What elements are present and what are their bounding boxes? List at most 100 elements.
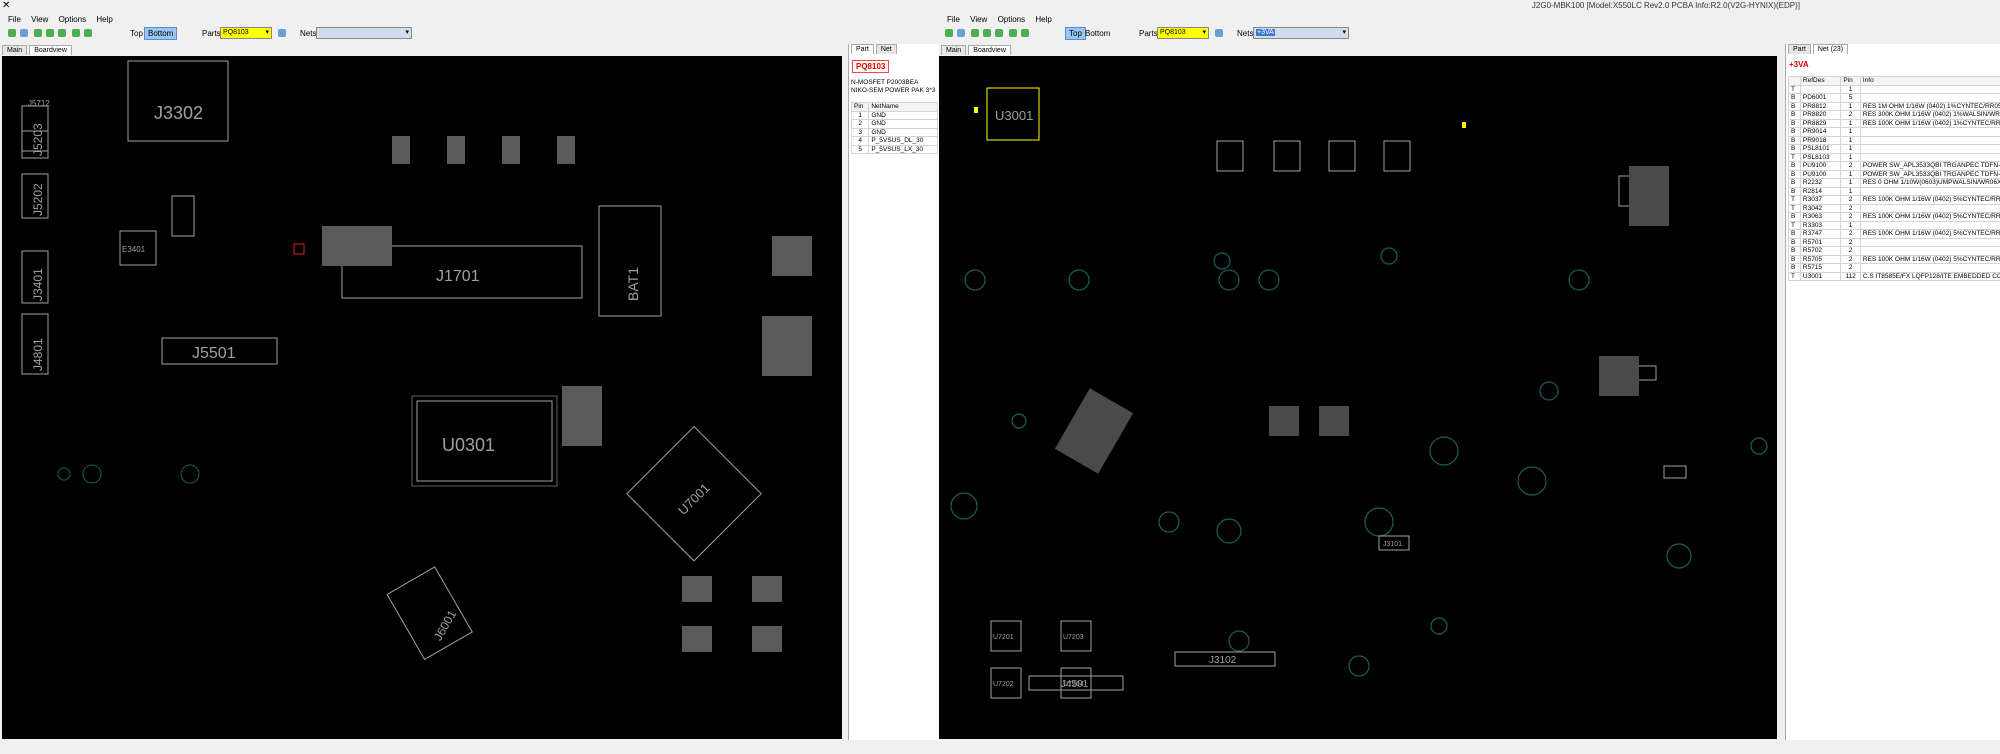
tab-part[interactable]: Part xyxy=(851,44,874,54)
toolbar: Top Bottom Parts: PQ8103 ▾ Nets: ▾ xyxy=(0,25,939,43)
tab-part[interactable]: Part xyxy=(1788,44,1811,54)
net-name: +3VA xyxy=(1789,60,1809,69)
menu-options[interactable]: Options xyxy=(998,15,1026,24)
table-row[interactable]: T R3303 1 xyxy=(1788,220,2000,230)
board-label: J3102 xyxy=(1209,655,1237,666)
table-row[interactable]: B PR8820 2 RES 300K OHM 1/16W (0402) 1%WALS… xyxy=(1788,110,2000,120)
view-tabs: Main Boardview xyxy=(939,45,1011,56)
arrow-right-icon[interactable] xyxy=(1021,29,1029,37)
pin-cell: 2 xyxy=(1840,195,1861,205)
net-panel: Part Net (23) +3VA RefDes Pin Info T 1 B PD6… xyxy=(1785,44,2000,741)
refdes-cell: PR8820 xyxy=(1799,110,1842,120)
table-row[interactable]: B R2232 1 RES 0 OHM 1/10W(0603)UMPWALSIN/WR… xyxy=(1788,178,2000,188)
nets-combo[interactable]: ▾ xyxy=(316,27,412,39)
tab-main[interactable]: Main xyxy=(941,45,967,55)
open-icon[interactable] xyxy=(8,29,16,37)
zoom-out-icon[interactable] xyxy=(983,29,991,37)
menu-file[interactable]: File xyxy=(8,15,21,24)
layer-cell: B xyxy=(1788,127,1801,137)
pin-col-header: Pin xyxy=(1840,76,1861,86)
bottom-button[interactable]: Bottom xyxy=(1085,29,1110,38)
search-icon[interactable] xyxy=(1215,29,1223,37)
bottom-button[interactable]: Bottom xyxy=(144,27,178,40)
table-row[interactable]: 3 GND xyxy=(850,127,938,137)
chevron-down-icon[interactable]: ▾ xyxy=(1202,28,1206,36)
table-row[interactable]: B R5701 2 xyxy=(1788,237,2000,247)
refdes-cell: R2232 xyxy=(1799,178,1842,188)
chevron-down-icon[interactable]: ▾ xyxy=(1342,28,1346,36)
board-label: J6001 xyxy=(431,607,460,643)
parts-combo[interactable]: PQ8103 ▾ xyxy=(220,27,272,39)
zoom-in-icon[interactable] xyxy=(971,29,979,37)
table-row[interactable]: 2 GND xyxy=(850,119,938,129)
menu-view[interactable]: View xyxy=(970,15,987,24)
tab-boardview[interactable]: Boardview xyxy=(968,45,1011,55)
menu-file[interactable]: File xyxy=(947,15,960,24)
table-row[interactable]: B PR8812 1 RES 1M OHM 1/16W (0402) 1%CYNTEC… xyxy=(1788,101,2000,111)
zoom-in-icon[interactable] xyxy=(34,29,42,37)
table-row[interactable]: B PD6001 5 xyxy=(1788,93,2000,103)
table-row[interactable]: B PU9100 1 POWER SW_APL3533QBI TRGANPEC TDF… xyxy=(1788,169,2000,179)
arrow-left-icon[interactable] xyxy=(1009,29,1017,37)
tab-net[interactable]: Net xyxy=(875,44,897,54)
chevron-down-icon[interactable]: ▾ xyxy=(265,28,269,36)
top-button[interactable]: Top xyxy=(1065,27,1086,40)
board-label: BAT1 xyxy=(625,267,641,301)
info-cell: POWER SW_APL3533QBI TRGANPEC TDFN-14A xyxy=(1859,169,2000,179)
part-name: PQ8103 xyxy=(852,60,890,73)
search-icon[interactable] xyxy=(278,29,286,37)
table-row[interactable]: 4 P_5VSUS_DL_30 xyxy=(850,136,938,146)
board-drawing[interactable]: J3302 U0301 J1701 J5501 J5203 J5202 J340… xyxy=(2,56,842,739)
menu-help[interactable]: Help xyxy=(1035,15,1051,24)
table-row[interactable]: 1 GND xyxy=(850,110,938,120)
table-row[interactable]: T PSL8103 1 xyxy=(1788,152,2000,162)
table-row[interactable]: B R5705 2 RES 100K OHM 1/16W (0402) 5%CYNTE… xyxy=(1788,254,2000,264)
menu-help[interactable]: Help xyxy=(96,15,112,24)
selected-part-marker[interactable] xyxy=(293,243,305,255)
arrow-left-icon[interactable] xyxy=(72,29,80,37)
nets-combo[interactable]: +3VA ▾ xyxy=(1253,27,1349,39)
pin-cell: 2 xyxy=(1840,229,1861,239)
table-row[interactable]: B PU9100 2 POWER SW_APL3533QBI TRGANPEC TDF… xyxy=(1788,161,2000,171)
tab-main[interactable]: Main xyxy=(2,45,28,55)
fit-icon[interactable] xyxy=(58,29,66,37)
info-cell xyxy=(1859,135,2000,145)
zoom-out-icon[interactable] xyxy=(46,29,54,37)
board-drawing[interactable]: U3001 J3102 J4501 J3101 U7201 U7202 U720… xyxy=(939,56,1777,739)
table-row[interactable]: T U3001 112 C.S IT8585E/FX LQFP128/ITE EMBE… xyxy=(1788,271,2000,281)
menu-options[interactable]: Options xyxy=(59,15,87,24)
table-row[interactable]: B R5715 2 xyxy=(1788,263,2000,273)
parts-combo[interactable]: PQ8103 ▾ xyxy=(1157,27,1209,39)
fit-icon[interactable] xyxy=(995,29,1003,37)
table-row[interactable]: B PR8829 1 RES 100K OHM 1/16W (0402) 1%CYNT… xyxy=(1788,118,2000,128)
table-row[interactable]: B PR9018 1 xyxy=(1788,135,2000,145)
table-row[interactable]: B R5702 2 xyxy=(1788,246,2000,256)
info-cell xyxy=(1859,186,2000,196)
board-canvas-right[interactable]: U3001 J3102 J4501 J3101 U7201 U7202 U720… xyxy=(939,56,1777,739)
table-row[interactable]: T1 xyxy=(1788,84,2000,94)
table-row[interactable]: B R3747 2 RES 100K OHM 1/16W (0402) 5%CYNTE… xyxy=(1788,229,2000,239)
save-icon[interactable] xyxy=(957,29,965,37)
table-row[interactable]: T R3042 2 xyxy=(1788,203,2000,213)
table-row[interactable]: B PSL8101 1 xyxy=(1788,144,2000,154)
table-row[interactable]: B R2814 1 xyxy=(1788,186,2000,196)
arrow-right-icon[interactable] xyxy=(84,29,92,37)
menu-view[interactable]: View xyxy=(31,15,48,24)
table-row[interactable]: B R3063 2 RES 100K OHM 1/16W (0402) 5%CYNTE… xyxy=(1788,212,2000,222)
open-icon[interactable] xyxy=(945,29,953,37)
info-cell xyxy=(1859,203,2000,213)
close-icon[interactable]: ✕ xyxy=(2,0,10,11)
top-button[interactable]: Top xyxy=(130,29,143,38)
chevron-down-icon[interactable]: ▾ xyxy=(405,28,409,36)
table-row[interactable]: T R3037 2 RES 100K OHM 1/16W (0402) 5%CYNTE… xyxy=(1788,195,2000,205)
pin-cell: 2 xyxy=(1840,263,1861,273)
save-icon[interactable] xyxy=(20,29,28,37)
table-row[interactable]: 5 P_5VSUS_LX_30 xyxy=(850,144,938,154)
refdes-cell: R5701 xyxy=(1799,237,1842,247)
table-row[interactable]: B PR9014 1 xyxy=(1788,127,2000,137)
tab-boardview[interactable]: Boardview xyxy=(29,45,72,55)
board-canvas-left[interactable]: J3302 U0301 J1701 J5501 J5203 J5202 J340… xyxy=(2,56,842,739)
tab-net[interactable]: Net (23) xyxy=(1812,44,1849,54)
refdes-cell: PR8812 xyxy=(1799,101,1842,111)
board-label: J5501 xyxy=(192,345,236,362)
